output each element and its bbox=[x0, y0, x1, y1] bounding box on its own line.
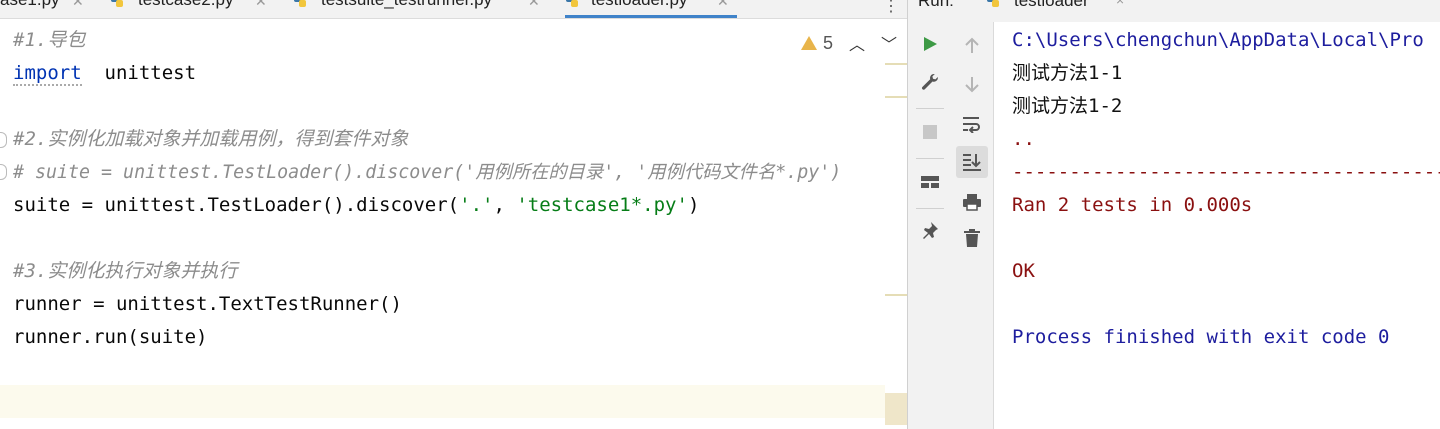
arrow-down-icon[interactable] bbox=[960, 72, 984, 96]
python-file-icon bbox=[111, 0, 123, 7]
play-icon[interactable] bbox=[918, 32, 942, 56]
code-editor[interactable]: 5 ︿ ﹀ #1.导包 import unittest #2.实例化加载对象并加… bbox=[0, 19, 907, 429]
arrow-up-icon[interactable] bbox=[960, 34, 984, 58]
string-literal: 'testcase1*.py' bbox=[516, 194, 688, 216]
console-ok: OK bbox=[1012, 260, 1035, 282]
run-tab-label: testloader bbox=[1014, 0, 1089, 10]
code-line-5: # suite = unittest.TestLoader().discover… bbox=[13, 162, 842, 183]
current-line-highlight bbox=[0, 385, 885, 418]
scrollbar-marker bbox=[885, 294, 907, 296]
stop-icon[interactable] bbox=[918, 120, 942, 144]
code-line-6: suite = unittest.TestLoader().discover('… bbox=[13, 189, 699, 222]
scroll-to-end-toggle[interactable] bbox=[956, 146, 988, 178]
fold-marker[interactable] bbox=[0, 132, 7, 148]
console-finished: Process finished with exit code 0 bbox=[1012, 326, 1390, 348]
close-icon[interactable]: × bbox=[1116, 0, 1124, 8]
run-toolbar-secondary bbox=[952, 22, 994, 429]
python-file-icon bbox=[294, 0, 306, 7]
code-line-9: runner = unittest.TextTestRunner() bbox=[13, 293, 402, 315]
run-label: Run: bbox=[918, 0, 954, 10]
tab-testsuite-testrunner[interactable]: testsuite_testrunner.py ✕ bbox=[293, 0, 548, 18]
close-icon[interactable]: ✕ bbox=[717, 0, 729, 10]
python-file-icon bbox=[566, 0, 578, 7]
run-panel-header: Run: testloader × bbox=[907, 0, 1440, 22]
code-text: , bbox=[493, 194, 517, 216]
python-file-icon bbox=[987, 0, 999, 7]
print-icon[interactable] bbox=[960, 190, 984, 214]
string-literal: '.' bbox=[459, 194, 494, 216]
code-text: suite = unittest.TestLoader().discover( bbox=[13, 194, 460, 216]
code-text: ) bbox=[687, 194, 700, 216]
close-icon[interactable]: ✕ bbox=[72, 0, 84, 10]
soft-wrap-icon[interactable] bbox=[960, 112, 984, 136]
console-output-line: 测试方法1-1 bbox=[1012, 62, 1123, 84]
inspection-widget[interactable]: 5 ︿ ﹀ bbox=[801, 32, 897, 54]
chevron-up-icon[interactable]: ︿ bbox=[849, 31, 865, 55]
toolbar-separator bbox=[916, 208, 944, 209]
warning-icon bbox=[801, 36, 817, 50]
tab-testloader[interactable]: testloader.py ✕ bbox=[565, 0, 737, 18]
tab-label: ase1.py bbox=[0, 0, 60, 9]
more-tabs-icon[interactable]: ⋮ bbox=[883, 0, 899, 16]
code-line-10: runner.run(suite) bbox=[13, 326, 208, 348]
trash-icon[interactable] bbox=[960, 226, 984, 250]
code-line-8: #3.实例化执行对象并执行 bbox=[13, 260, 238, 282]
close-icon[interactable]: ✕ bbox=[255, 0, 267, 10]
scrollbar-marker bbox=[885, 63, 907, 65]
warning-count: 5 bbox=[823, 32, 834, 53]
run-toolbar-primary bbox=[907, 22, 953, 429]
tab-label: testcase2.py bbox=[138, 0, 233, 9]
console-dots: .. bbox=[1012, 128, 1035, 150]
editor-tab-bar: ase1.py ✕ testcase2.py ✕ testsuite_testr… bbox=[0, 0, 907, 19]
tab-label: testloader.py bbox=[591, 0, 687, 9]
fold-marker[interactable] bbox=[0, 164, 7, 180]
console-ran: Ran 2 tests in 0.000s bbox=[1012, 194, 1253, 216]
console-separator: ----------------------------------------… bbox=[1012, 161, 1440, 183]
close-icon[interactable]: ✕ bbox=[528, 0, 540, 10]
code-line-4: #2.实例化加载对象并加载用例，得到套件对象 bbox=[13, 128, 409, 150]
tab-testcase1[interactable]: ase1.py ✕ bbox=[0, 0, 88, 18]
pin-icon[interactable] bbox=[918, 218, 942, 242]
toolbar-separator bbox=[916, 158, 944, 159]
code-line-1: #1.导包 bbox=[13, 29, 86, 51]
code-line-2: import unittest bbox=[13, 57, 196, 90]
console-path: C:\Users\chengchun\AppData\Local\Pro bbox=[1012, 29, 1424, 51]
console-output[interactable]: C:\Users\chengchun\AppData\Local\Pro 测试方… bbox=[994, 22, 1440, 429]
tab-label: testsuite_testrunner.py bbox=[321, 0, 492, 9]
wrench-icon[interactable] bbox=[918, 70, 942, 94]
console-output-line: 测试方法1-2 bbox=[1012, 95, 1123, 117]
chevron-down-icon[interactable]: ﹀ bbox=[881, 31, 897, 55]
scroll-to-end-icon bbox=[963, 154, 981, 171]
scrollbar-marker[interactable] bbox=[885, 393, 907, 425]
scrollbar-marker bbox=[885, 96, 907, 98]
module-name: unittest bbox=[104, 62, 197, 84]
tab-testcase2[interactable]: testcase2.py ✕ bbox=[110, 0, 280, 18]
layout-icon[interactable] bbox=[918, 170, 942, 194]
keyword: import bbox=[13, 62, 82, 86]
toolbar-separator bbox=[916, 108, 944, 109]
